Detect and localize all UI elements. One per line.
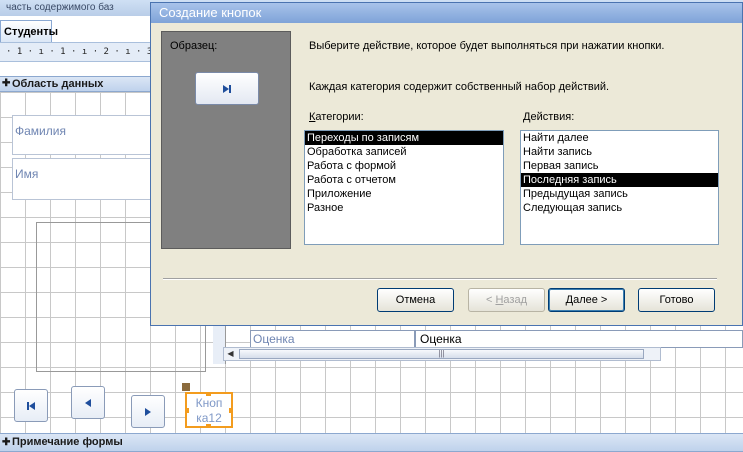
grade-label-control[interactable]: Оценка [250,330,415,348]
action-item[interactable]: Последняя запись [521,173,718,187]
resize-handle[interactable] [187,408,189,413]
category-item[interactable]: Разное [305,201,503,215]
scroll-thumb[interactable]: ||| [239,349,644,359]
previous-record-icon [85,398,91,407]
categories-label: Категории: [309,111,364,123]
scroll-left-icon[interactable]: ◀ [224,348,237,360]
cancel-button[interactable]: Отмена [377,288,454,312]
sample-panel: Образец: [161,31,291,249]
previous-record-button[interactable] [71,386,105,419]
finish-button[interactable]: Готово [638,288,715,312]
category-item[interactable]: Приложение [305,187,503,201]
next-button[interactable]: Далее > [548,288,625,312]
actions-label: Действия: [523,111,574,123]
next-record-button[interactable] [131,395,165,428]
detail-section-label: Область данных [12,78,104,90]
move-handle[interactable] [182,383,190,391]
dialog-title[interactable]: Создание кнопок [151,3,742,23]
first-record-button[interactable] [14,389,48,422]
back-label: азад [503,294,527,306]
category-item[interactable]: Переходы по записям [305,131,503,145]
action-item[interactable]: Предыдущая запись [521,187,718,201]
action-item[interactable]: Найти запись [521,145,718,159]
dialog-separator [163,278,717,280]
new-button-caption: Кноп ка12 [195,396,223,425]
action-item[interactable]: Найти далее [521,131,718,145]
sample-button-preview [195,72,259,105]
next-record-icon [145,407,151,416]
tab-students[interactable]: Студенты [0,20,58,42]
action-item[interactable]: Первая запись [521,159,718,173]
sample-label: Образец: [170,40,218,52]
next-label: алее > [573,294,608,306]
grade-field-control[interactable]: Оценка [415,330,743,348]
horizontal-scrollbar[interactable]: ◀ ||| [223,347,661,361]
last-record-icon [223,84,231,93]
categories-listbox[interactable]: Переходы по записям Обработка записей Рабо… [304,130,504,245]
surname-label-control[interactable]: Фамилия [12,115,154,155]
footer-section-label: Примечание формы [12,436,123,448]
section-arrow-icon: ✚ [2,437,11,448]
category-item[interactable]: Работа с формой [305,159,503,173]
actions-label-text: ействия: [530,111,575,123]
name-label-control[interactable]: Имя [12,158,154,200]
category-hint-text: Каждая категория содержит собственный на… [309,81,610,93]
section-arrow-icon: ✚ [2,78,11,89]
command-button-wizard: Создание кнопок Образец: Выберите действ… [150,2,743,326]
back-button[interactable]: < Назад [468,288,545,312]
resize-handle[interactable] [229,408,231,413]
category-item[interactable]: Обработка записей [305,145,503,159]
instruction-text: Выберите действие, которое будет выполня… [309,40,665,52]
category-item[interactable]: Работа с отчетом [305,173,503,187]
resize-handle[interactable] [206,394,211,396]
action-item[interactable]: Следующая запись [521,201,718,215]
first-record-icon [27,401,35,410]
footer-section-bar[interactable]: ✚ Примечание формы [0,433,743,452]
resize-handle[interactable] [206,424,211,426]
categories-label-text: атегории: [315,111,364,123]
actions-listbox[interactable]: Найти далее Найти запись Первая запись Посл… [520,130,719,245]
new-command-button[interactable]: Кноп ка12 [185,392,233,428]
next-hotkey: Д [565,294,574,306]
